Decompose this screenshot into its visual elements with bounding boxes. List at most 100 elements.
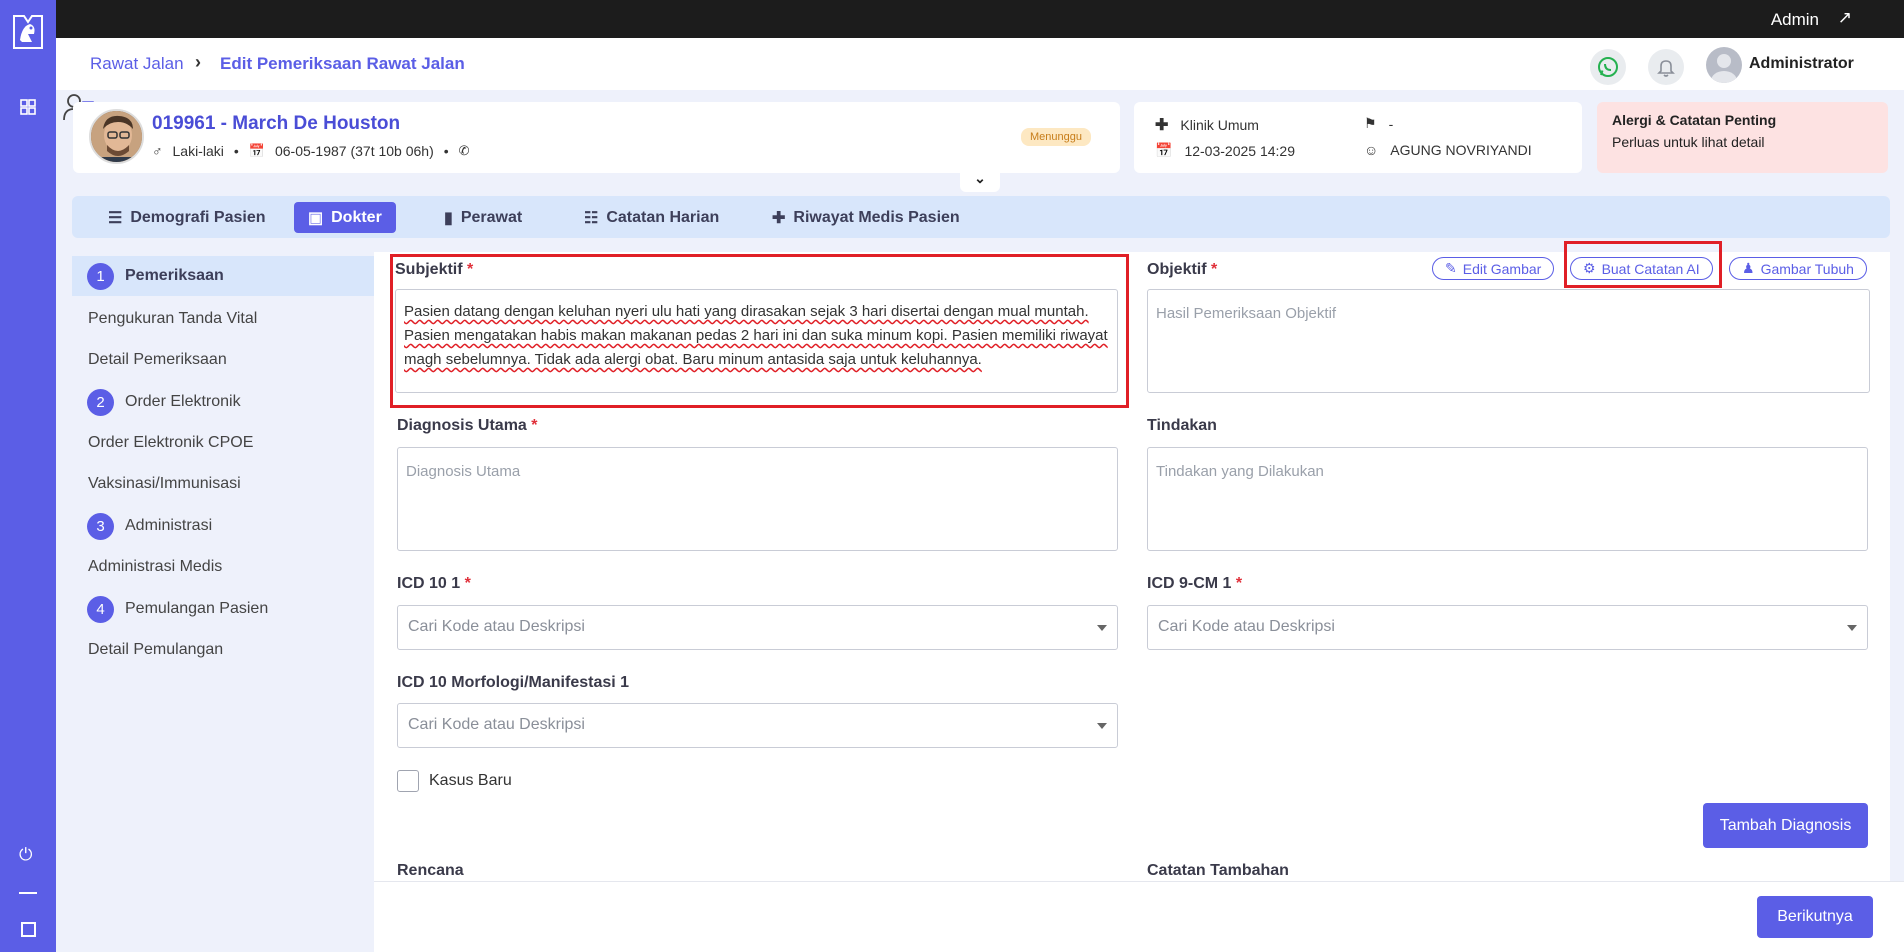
power-icon[interactable]: ⏻ <box>19 845 32 865</box>
step-number: 2 <box>87 388 114 416</box>
patient-birth: 06-05-1987 (37t 10b 06h) <box>274 143 434 159</box>
objektif-placeholder: Hasil Pemeriksaan Objektif <box>1156 305 1337 322</box>
select-placeholder: Cari Kode atau Deskripsi <box>408 618 585 635</box>
male-icon: ♂ <box>152 143 163 159</box>
app-logo-icon[interactable] <box>12 14 44 50</box>
topbar-user-label[interactable]: Admin <box>1771 10 1819 30</box>
visit-datetime: 12-03-2025 14:29 <box>1184 142 1295 159</box>
clipboard-icon: ☷ <box>584 209 599 227</box>
next-button[interactable]: Berikutnya <box>1757 896 1873 938</box>
allergy-title: Alergi & Catatan Penting <box>1612 112 1777 128</box>
dropdown-caret-icon <box>1847 625 1857 631</box>
whatsapp-button[interactable] <box>1590 49 1626 85</box>
step-label: Administrasi <box>125 517 213 534</box>
kasus-baru-label: Kasus Baru <box>429 772 512 789</box>
form-footer <box>374 881 1904 952</box>
substep-detail-pemulangan[interactable]: Detail Pemulangan <box>88 641 223 659</box>
gambar-tubuh-button[interactable]: ♟ Gambar Tubuh <box>1729 257 1867 280</box>
separator-dot: • <box>443 143 449 159</box>
top-bar: Admin ↗ <box>0 0 1904 38</box>
panel-toggle-icon[interactable] <box>21 922 36 937</box>
rencana-label: Rencana <box>397 862 464 879</box>
medical-cross-icon: ✚ <box>772 209 786 227</box>
substep-tanda-vital[interactable]: Pengukuran Tanda Vital <box>88 310 257 328</box>
step-label: Pemulangan Pasien <box>125 600 269 617</box>
dashboard-grid-icon[interactable] <box>20 99 36 115</box>
insurance-flag-icon: ⚑ <box>1364 115 1377 131</box>
icd10-select[interactable]: Cari Kode atau Deskripsi <box>397 605 1118 650</box>
edit-gambar-button[interactable]: ✎ Edit Gambar <box>1432 257 1555 280</box>
dropdown-caret-icon <box>1097 723 1107 729</box>
diagnosis-textarea[interactable]: Diagnosis Utama <box>397 447 1118 551</box>
step-label: Pemeriksaan <box>125 267 224 284</box>
step-administrasi[interactable]: 3 Administrasi <box>72 506 374 546</box>
patient-gender: Laki-laki <box>172 143 224 159</box>
select-placeholder: Cari Kode atau Deskripsi <box>408 716 585 733</box>
user-avatar[interactable] <box>1706 47 1742 83</box>
phone-icon[interactable]: ✆ <box>459 143 470 159</box>
patient-meta: ♂ Laki-laki • 📅 06-05-1987 (37t 10b 06h)… <box>152 143 470 159</box>
icd9-select[interactable]: Cari Kode atau Deskripsi <box>1147 605 1868 650</box>
step-nav: 1 Pemeriksaan Pengukuran Tanda Vital Det… <box>72 252 374 952</box>
objektif-label: Objektif * <box>1147 261 1218 278</box>
substep-administrasi-medis[interactable]: Administrasi Medis <box>88 558 222 576</box>
page-header: Rawat Jalan › Edit Pemeriksaan Rawat Jal… <box>56 38 1904 90</box>
bell-icon <box>1657 60 1675 77</box>
dropdown-caret-icon <box>1097 625 1107 631</box>
tambah-diagnosis-button[interactable]: Tambah Diagnosis <box>1703 803 1868 848</box>
tab-dokter[interactable]: ▣ Dokter <box>294 202 396 233</box>
demographic-icon: ☰ <box>108 209 123 227</box>
notification-button[interactable] <box>1648 49 1684 85</box>
step-pemeriksaan[interactable]: 1 Pemeriksaan <box>72 256 374 296</box>
select-placeholder: Cari Kode atau Deskripsi <box>1158 618 1335 635</box>
objektif-textarea[interactable]: Hasil Pemeriksaan Objektif <box>1147 289 1870 393</box>
button-label: Gambar Tubuh <box>1760 260 1854 277</box>
tindakan-textarea[interactable]: Tindakan yang Dilakukan <box>1147 447 1868 551</box>
tab-bar: ☰ Demografi Pasien ▣ Dokter ▮ Perawat ☷ … <box>72 196 1890 238</box>
substep-vaksinasi[interactable]: Vaksinasi/Immunisasi <box>88 475 241 493</box>
doctor-user-icon: ☺ <box>1364 142 1379 158</box>
allergy-card[interactable]: Alergi & Catatan Penting Perluas untuk l… <box>1597 102 1888 173</box>
sidebar: ⏻ <box>0 0 56 952</box>
external-link-icon[interactable]: ↗ <box>1838 8 1852 28</box>
tab-label: Demografi Pasien <box>130 208 266 226</box>
tindakan-placeholder: Tindakan yang Dilakukan <box>1156 463 1324 480</box>
separator-dot: • <box>233 143 239 159</box>
kasus-baru-checkbox[interactable] <box>397 770 419 792</box>
breadcrumb-current: Edit Pemeriksaan Rawat Jalan <box>220 54 465 73</box>
chevron-right-icon: › <box>195 52 201 72</box>
icd9-label: ICD 9-CM 1 * <box>1147 575 1243 592</box>
visit-insurance: - <box>1388 115 1394 132</box>
step-order-elektronik[interactable]: 2 Order Elektronik <box>72 382 374 422</box>
substep-detail-pemeriksaan[interactable]: Detail Pemeriksaan <box>88 351 227 369</box>
tab-catatan-harian[interactable]: ☷ Catatan Harian <box>570 202 733 233</box>
diagnosis-label: Diagnosis Utama * <box>397 417 538 434</box>
breadcrumb-parent[interactable]: Rawat Jalan <box>90 54 184 74</box>
tab-riwayat-medis[interactable]: ✚ Riwayat Medis Pasien <box>758 202 974 233</box>
expand-header-button[interactable]: ⌄ <box>960 170 1000 192</box>
calendar-icon: 📅 <box>1155 142 1173 158</box>
tab-demografi[interactable]: ☰ Demografi Pasien <box>94 202 280 233</box>
brush-icon: ✎ <box>1445 260 1457 276</box>
tab-label: Riwayat Medis Pasien <box>793 208 960 226</box>
tab-label: Dokter <box>331 208 382 226</box>
user-icon <box>1711 54 1737 83</box>
step-label: Order Elektronik <box>125 393 241 410</box>
highlight-box-subjektif <box>390 254 1129 408</box>
visit-doctor: AGUNG NOVRIYANDI <box>1390 142 1532 158</box>
patient-title: 019961 - March De Houston <box>152 113 401 134</box>
step-pemulangan[interactable]: 4 Pemulangan Pasien <box>72 589 374 629</box>
tab-perawat[interactable]: ▮ Perawat <box>430 202 536 233</box>
nurse-icon: ▮ <box>444 209 453 227</box>
user-name[interactable]: Administrator <box>1749 55 1854 73</box>
body-figure-icon: ♟ <box>1742 260 1755 276</box>
highlight-box-ai <box>1564 241 1722 288</box>
step-number: 4 <box>87 595 114 623</box>
whatsapp-icon <box>1598 57 1618 77</box>
icd-morfologi-select[interactable]: Cari Kode atau Deskripsi <box>397 703 1118 748</box>
icd10-label: ICD 10 1 * <box>397 575 471 592</box>
diagnosis-placeholder: Diagnosis Utama <box>406 463 521 480</box>
visit-card: ✚ Klinik Umum 📅 12-03-2025 14:29 ⚑ - ☺ A… <box>1134 102 1582 173</box>
substep-cpoe[interactable]: Order Elektronik CPOE <box>88 434 253 452</box>
catatan-tambahan-label: Catatan Tambahan <box>1147 862 1289 879</box>
